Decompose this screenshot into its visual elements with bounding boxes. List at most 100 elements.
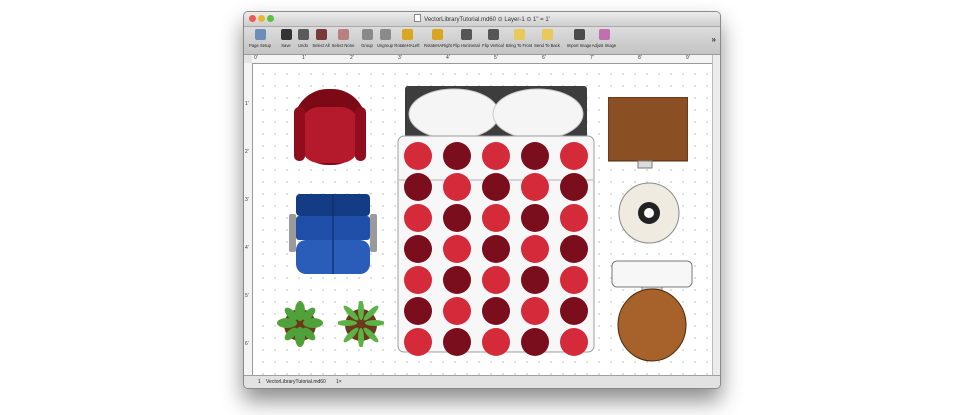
toolbar-button-label: Select None <box>331 43 355 48</box>
comforter-dot <box>482 142 510 170</box>
toolbar-button-send-to-back[interactable]: Send To Back <box>534 29 560 53</box>
comforter-dot <box>560 235 588 263</box>
sofa-right-leg <box>370 214 377 252</box>
document-icon <box>414 14 422 22</box>
round-lamp-shape[interactable] <box>617 181 681 245</box>
pillow-left <box>408 88 500 140</box>
comforter-dot <box>404 173 432 201</box>
left-ruler-label: 4' <box>245 245 249 251</box>
rotate-left-icon <box>401 29 413 40</box>
toolbar-button-label: Page Setup <box>249 43 271 48</box>
left-ruler: 1' 2' 3' 4' 5' 6' <box>244 63 253 375</box>
toilet-lid <box>617 288 687 362</box>
toolbar-button-label: Bring To Front <box>506 43 533 48</box>
comforter-dot <box>443 142 471 170</box>
comforter-dot <box>521 235 549 263</box>
select-all-icon <box>315 29 327 40</box>
ruler-corner <box>244 55 252 63</box>
top-ruler-label: 0' <box>254 55 258 61</box>
lamp-center <box>644 208 654 218</box>
top-ruler-label: 2' <box>350 55 354 61</box>
toolbar-button-select-none[interactable]: Select None <box>330 29 356 53</box>
comforter-dot <box>404 266 432 294</box>
send-to-back-icon <box>541 29 553 40</box>
comforter-dot <box>443 328 471 356</box>
toolbar-button-rotate-right[interactable]: RotateHARight <box>424 29 452 53</box>
plant-shape-2[interactable] <box>338 301 384 347</box>
comforter-dot <box>404 204 432 232</box>
comforter-dot <box>404 328 432 356</box>
zoom-level[interactable]: 1× <box>336 379 342 385</box>
toolbar-button-bring-to-front[interactable]: Bring To Front <box>506 29 532 53</box>
import-image-icon <box>573 29 585 40</box>
select-none-icon <box>337 29 349 40</box>
comforter-dot <box>482 204 510 232</box>
bed-shape[interactable] <box>396 86 596 356</box>
comforter-dot <box>443 297 471 325</box>
table-top <box>608 97 688 162</box>
armchair-shape[interactable] <box>292 87 368 167</box>
ungroup-icon <box>379 29 391 40</box>
comforter-dot <box>560 204 588 232</box>
page-number[interactable]: 1 <box>258 379 261 385</box>
left-ruler-label: 3' <box>245 197 249 203</box>
toolbar-button-label: Import Image <box>566 43 592 48</box>
armchair-right-arm <box>355 107 366 161</box>
comforter-dot <box>482 235 510 263</box>
left-ruler-label: 2' <box>245 149 249 155</box>
pillow-right <box>492 88 584 140</box>
comforter-dot <box>443 204 471 232</box>
comforter-dot <box>560 328 588 356</box>
adjust-image-icon <box>598 29 610 40</box>
top-ruler-label: 1' <box>302 55 306 61</box>
drawing-canvas[interactable] <box>253 64 712 375</box>
status-bar: 1 VectorLibraryTutorial.md60 1× <box>244 375 720 388</box>
comforter-dot <box>521 328 549 356</box>
comforter-dot <box>560 173 588 201</box>
comforter-dot <box>482 328 510 356</box>
armchair-seat <box>301 107 359 163</box>
top-ruler-label: 3' <box>398 55 402 61</box>
toolbar-button-rotate-left[interactable]: RotateHALeft <box>394 29 420 53</box>
toilet-tank <box>611 260 693 288</box>
sofa-shape[interactable] <box>289 194 377 276</box>
comforter-dot <box>482 173 510 201</box>
toolbar-button-label: RotateHARight <box>424 43 452 48</box>
table-lamp-base <box>637 160 653 169</box>
comforter-dot <box>482 297 510 325</box>
comforter-dot <box>443 235 471 263</box>
toolbar-button-label: Flip Horizontal <box>453 43 480 48</box>
comforter-dot <box>521 297 549 325</box>
plant-shape-1[interactable] <box>277 301 323 347</box>
sofa-left-leg <box>289 214 296 252</box>
toolbar-button-import-image[interactable]: Import Image <box>566 29 592 53</box>
left-ruler-label: 1' <box>245 101 249 107</box>
comforter-dot <box>443 173 471 201</box>
top-ruler-label: 6' <box>542 55 546 61</box>
toilet-shape[interactable] <box>610 259 694 363</box>
top-ruler: 0' 1' 2' 3' 4' 5' 6' 7' 8' 9' <box>252 55 712 64</box>
top-ruler-label: 5' <box>494 55 498 61</box>
vertical-scrollbar[interactable] <box>712 55 720 375</box>
toolbar-button-adjust-image[interactable]: Adjust Image <box>591 29 617 53</box>
flip-vertical-icon <box>487 29 499 40</box>
toolbar-overflow-button[interactable]: » <box>712 35 716 44</box>
undo-icon <box>297 29 309 40</box>
toolbar-button-label: Send To Back <box>534 43 560 48</box>
rotate-right-icon <box>431 29 443 40</box>
window-title-row: VectorLibraryTutorial.md60 ⊙ Layer-1 ⊙ 1… <box>244 14 720 23</box>
file-name: VectorLibraryTutorial.md60 <box>266 379 326 385</box>
title-bar: VectorLibraryTutorial.md60 ⊙ Layer-1 ⊙ 1… <box>244 12 720 27</box>
comforter-dot <box>521 266 549 294</box>
toolbar: » Page Setup Save Undo Select All Select Non… <box>244 27 720 55</box>
toolbar-button-page-setup[interactable]: Page Setup <box>247 29 273 53</box>
comforter-dot <box>521 173 549 201</box>
comforter-dot <box>560 266 588 294</box>
toolbar-button-flip-vertical[interactable]: Flip Vertical <box>480 29 506 53</box>
comforter-dot <box>482 266 510 294</box>
window-title: VectorLibraryTutorial.md60 ⊙ Layer-1 ⊙ 1… <box>424 17 550 23</box>
toolbar-button-flip-horizontal[interactable]: Flip Horizontal <box>453 29 480 53</box>
top-ruler-label: 9' <box>686 55 690 61</box>
side-table-shape[interactable] <box>608 97 688 169</box>
comforter-dot <box>521 142 549 170</box>
